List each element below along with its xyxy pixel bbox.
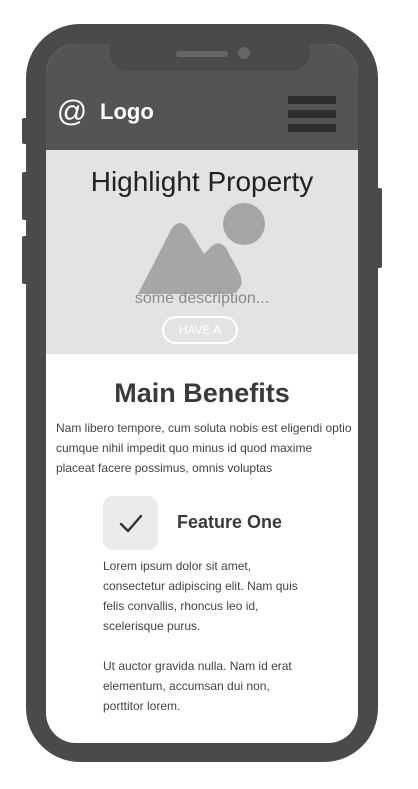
have-a-button[interactable]: HAVE A [162, 316, 238, 344]
checkmark-icon [103, 496, 158, 550]
benefits-title: Main Benefits [114, 378, 290, 408]
hamburger-menu-icon[interactable] [288, 96, 336, 132]
feature-paragraph-2: Ut auctor gravida nulla. Nam id erat ele… [103, 659, 292, 713]
hero-description: some description... [134, 290, 270, 307]
hero-title: Highlight Property [90, 166, 314, 197]
phone-screen: @ Logo Highlight Property some descripti… [46, 44, 358, 743]
benefits-text: Nam libero tempore, cum soluta nobis est… [56, 421, 352, 475]
speaker-grille [176, 51, 228, 57]
hero-section: Highlight Property some description... H… [46, 150, 358, 354]
front-camera [238, 47, 250, 59]
image-placeholder-icon [138, 203, 265, 294]
phone-notch [110, 44, 310, 71]
at-sign-logo-icon: @ [56, 95, 88, 128]
feature-title: Feature One [177, 512, 283, 532]
logo-text[interactable]: Logo [100, 98, 154, 126]
feature-paragraph-1: Lorem ipsum dolor sit amet, consectetur … [103, 559, 298, 633]
